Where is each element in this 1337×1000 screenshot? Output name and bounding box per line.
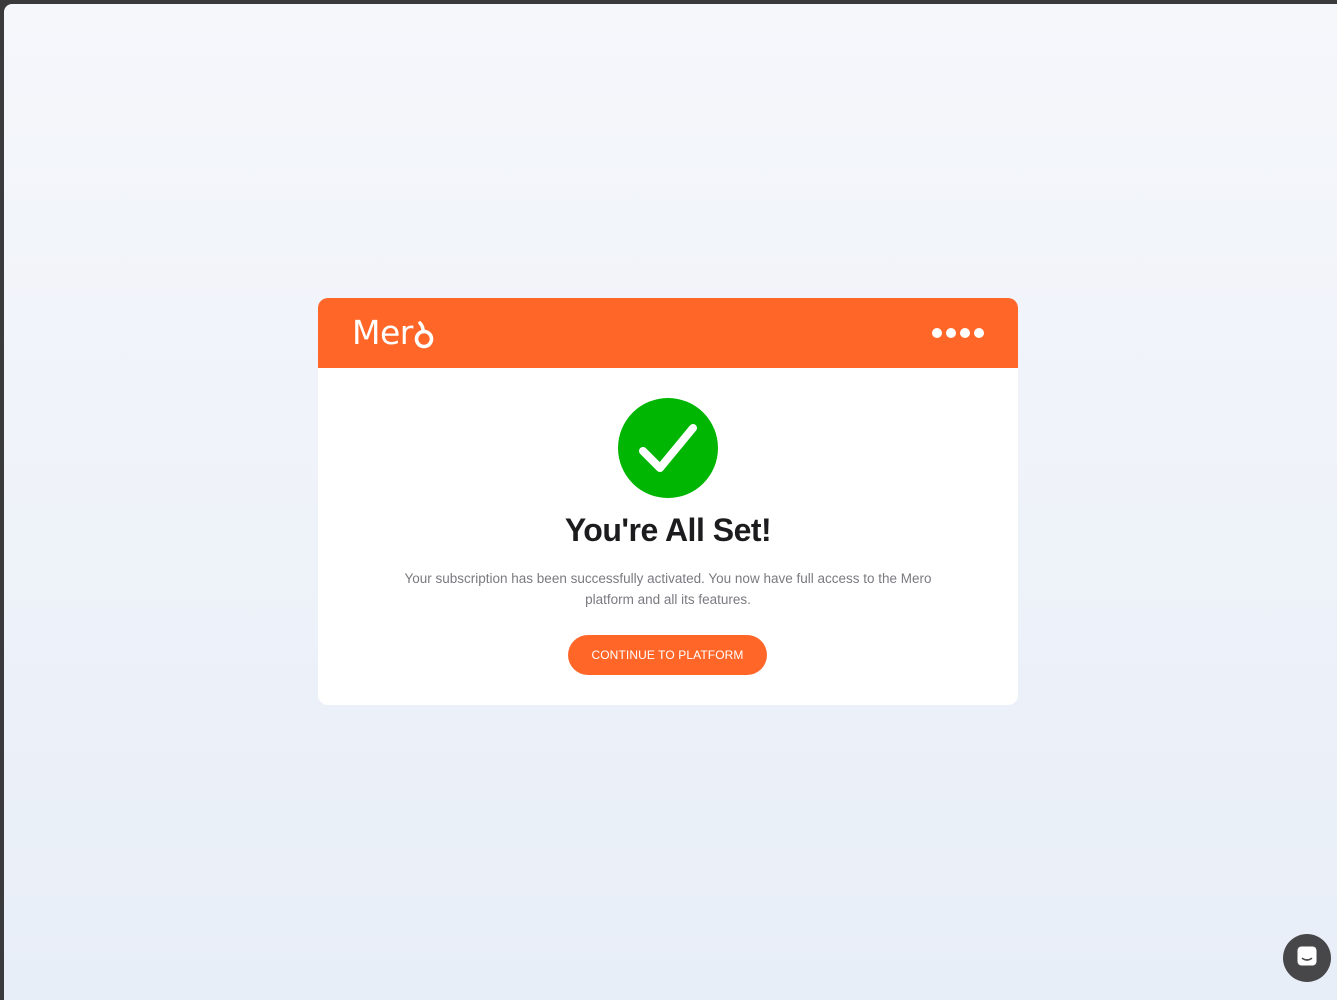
- dot: [960, 328, 970, 338]
- chat-icon: [1295, 944, 1319, 973]
- dot: [946, 328, 956, 338]
- chat-launcher-button[interactable]: [1283, 934, 1331, 982]
- dot: [974, 328, 984, 338]
- continue-to-platform-button[interactable]: CONTINUE TO PLATFORM: [568, 635, 767, 675]
- confirmation-title: You're All Set!: [564, 512, 772, 548]
- more-dots-icon[interactable]: [932, 328, 984, 338]
- page-viewport: Mer You're All Set! Your subscription ha…: [4, 4, 1337, 1000]
- dot: [932, 328, 942, 338]
- logo-drop-icon: [414, 314, 434, 352]
- confirmation-description: Your subscription has been successfully …: [404, 571, 932, 607]
- mero-logo: Mer: [352, 314, 434, 352]
- confirmation-card: Mer You're All Set! Your subscription ha…: [318, 298, 1018, 705]
- logo-text: Mer: [352, 313, 413, 352]
- checkmark-icon: [618, 398, 718, 498]
- card-header: Mer: [318, 298, 1018, 368]
